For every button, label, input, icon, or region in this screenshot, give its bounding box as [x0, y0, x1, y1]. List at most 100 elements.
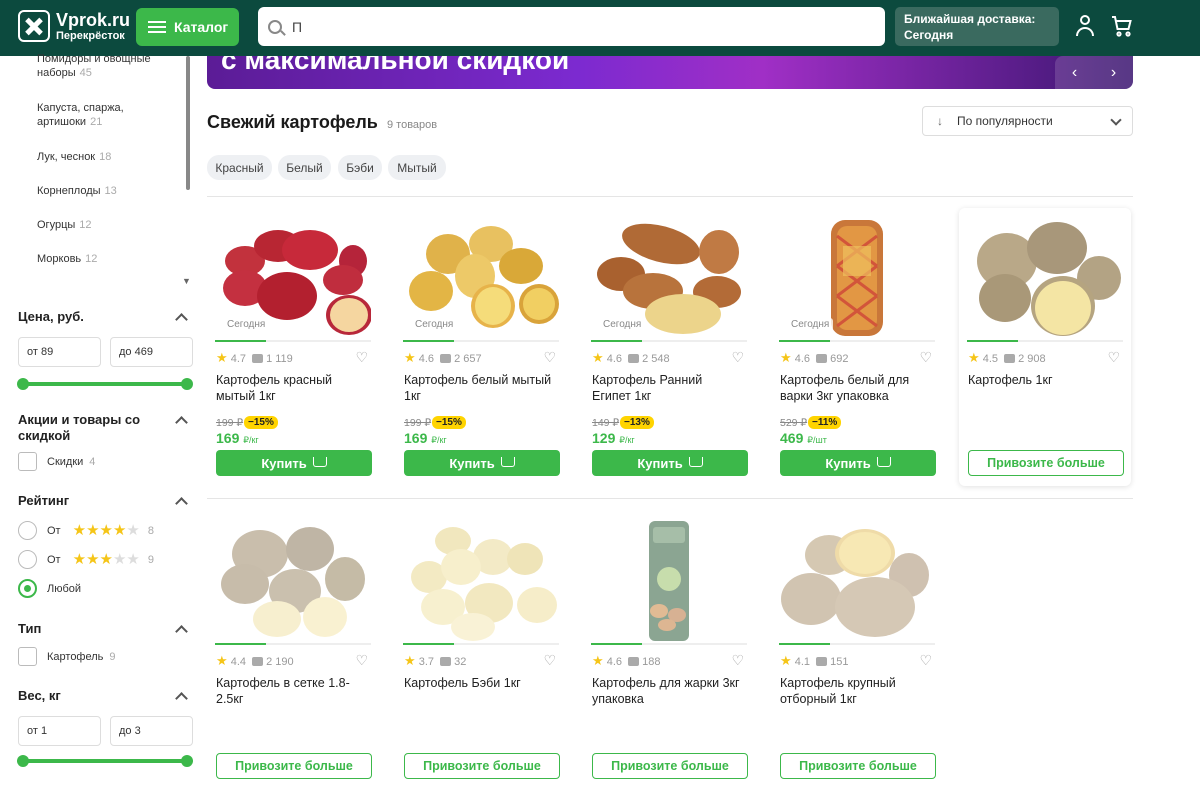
- product-name[interactable]: Картофель 1кг: [968, 372, 1118, 388]
- product-image[interactable]: [403, 519, 559, 643]
- product-name[interactable]: Картофель Ранний Египет 1кг: [592, 372, 742, 404]
- checkbox[interactable]: [18, 647, 37, 666]
- product-name[interactable]: Картофель белый мытый 1кг: [404, 372, 554, 404]
- filter-chip[interactable]: Красный: [207, 155, 272, 180]
- price-filter-title[interactable]: Цена, руб.: [18, 309, 84, 324]
- buy-button[interactable]: Купить: [780, 450, 936, 476]
- product-name[interactable]: Картофель крупный отборный 1кг: [780, 675, 930, 707]
- request-more-button[interactable]: Привозите больше: [216, 753, 372, 779]
- discount-badge: −15%: [432, 416, 466, 429]
- request-more-button[interactable]: Привозите больше: [780, 753, 936, 779]
- sort-dropdown[interactable]: ↓ По популярности: [922, 106, 1133, 136]
- rating-option-4[interactable]: От ★ ★ ★ ★ ★ 8: [18, 521, 154, 540]
- product-card[interactable]: Сегодня ★ 4.6 2 548 ♡ Картофель Ранний Ег…: [583, 208, 755, 488]
- slider-handle-min[interactable]: [17, 378, 29, 390]
- slider-handle-max[interactable]: [181, 755, 193, 767]
- product-name[interactable]: Картофель в сетке 1.8-2.5кг: [216, 675, 366, 707]
- product-name[interactable]: Картофель Бэби 1кг: [404, 675, 554, 691]
- product-image[interactable]: [215, 519, 371, 643]
- product-name[interactable]: Картофель белый для варки 3кг упаковка: [780, 372, 930, 404]
- category-item[interactable]: Огурцы 12: [37, 218, 92, 232]
- category-item[interactable]: Лук, чеснок 18: [37, 150, 111, 164]
- catalog-button[interactable]: Каталог: [136, 8, 239, 46]
- heart-icon[interactable]: ♡: [355, 349, 368, 366]
- banner-prev-icon[interactable]: ‹: [1072, 64, 1077, 82]
- chevron-up-icon[interactable]: [175, 497, 188, 510]
- search-input[interactable]: [292, 18, 872, 35]
- product-card[interactable]: ★ 4.4 2 190 ♡ Картофель в сетке 1.8-2.5кг…: [207, 511, 379, 791]
- price-from-input[interactable]: от 89: [18, 337, 101, 367]
- product-image[interactable]: [967, 216, 1123, 340]
- category-item[interactable]: Капуста, спаржа, артишоки 21: [37, 101, 157, 129]
- heart-icon[interactable]: ♡: [543, 349, 556, 366]
- weight-filter-title[interactable]: Вес, кг: [18, 688, 61, 703]
- delivery-today-badge: Сегодня: [223, 318, 270, 331]
- filter-chip[interactable]: Мытый: [388, 155, 446, 180]
- weight-to-input[interactable]: до 3: [110, 716, 193, 746]
- product-card[interactable]: ★ 4.1 151 ♡ Картофель крупный отборный 1к…: [771, 511, 943, 791]
- logo[interactable]: Vprok.ru Перекрёсток: [18, 10, 130, 42]
- promo-filter-title[interactable]: Акции и товары со скидкой: [18, 412, 158, 444]
- chevron-up-icon[interactable]: [175, 313, 188, 326]
- type-filter-title[interactable]: Тип: [18, 621, 41, 636]
- heart-icon[interactable]: ♡: [355, 652, 368, 669]
- chevron-up-icon[interactable]: [175, 692, 188, 705]
- weight-slider[interactable]: [17, 755, 193, 767]
- request-more-button[interactable]: Привозите больше: [592, 753, 748, 779]
- category-item[interactable]: Корнеплоды 13: [37, 184, 117, 198]
- promo-banner[interactable]: с максимальной скидкой ‹ ›: [207, 56, 1133, 89]
- product-card[interactable]: ★ 3.7 32 ♡ Картофель Бэби 1кг Привозите б…: [395, 511, 567, 791]
- product-card[interactable]: ★ 4.5 2 908 ♡ Картофель 1кг Привозите бол…: [959, 208, 1131, 486]
- filter-chip[interactable]: Белый: [278, 155, 331, 180]
- search-bar: [258, 7, 885, 46]
- type-checkbox[interactable]: Картофель 9: [18, 647, 116, 666]
- chevron-up-icon[interactable]: [175, 416, 188, 429]
- old-price: 529 ₽: [780, 417, 808, 429]
- buy-button[interactable]: Купить: [404, 450, 560, 476]
- rating-option-any[interactable]: Любой: [18, 579, 81, 598]
- request-more-button[interactable]: Привозите больше: [404, 753, 560, 779]
- weight-from-input[interactable]: от 1: [18, 716, 101, 746]
- request-more-button[interactable]: Привозите больше: [968, 450, 1124, 476]
- buy-button[interactable]: Купить: [216, 450, 372, 476]
- rating-filter-title[interactable]: Рейтинг: [18, 493, 69, 508]
- heart-icon[interactable]: ♡: [1107, 349, 1120, 366]
- discount-checkbox[interactable]: Скидки 4: [18, 452, 95, 471]
- scroll-down-icon[interactable]: ▼: [182, 276, 191, 286]
- filter-chip[interactable]: Бэби: [338, 155, 382, 180]
- category-item[interactable]: Морковь 12: [37, 252, 97, 266]
- checkbox[interactable]: [18, 452, 37, 471]
- logo-name: Vprok.ru: [56, 9, 131, 30]
- heart-icon[interactable]: ♡: [919, 349, 932, 366]
- product-card[interactable]: Сегодня ★ 4.7 1 119 ♡ Картофель красный м…: [207, 208, 379, 488]
- product-name[interactable]: Картофель для жарки 3кг упаковка: [592, 675, 742, 707]
- rating-option-3[interactable]: От ★ ★ ★ ★ ★ 9: [18, 550, 154, 569]
- buy-button[interactable]: Купить: [592, 450, 748, 476]
- product-card[interactable]: ★ 4.6 188 ♡ Картофель для жарки 3кг упако…: [583, 511, 755, 791]
- cart-icon[interactable]: [1110, 14, 1134, 38]
- product-name[interactable]: Картофель красный мытый 1кг: [216, 372, 366, 404]
- category-item[interactable]: Помидоры и овощные наборы 45: [37, 52, 177, 80]
- delivery-info-button[interactable]: Ближайшая доставка: Сегодня: [895, 7, 1059, 46]
- price-slider[interactable]: [17, 378, 193, 390]
- sidebar-scrollbar[interactable]: [186, 56, 190, 190]
- radio[interactable]: [18, 521, 37, 540]
- heart-icon[interactable]: ♡: [919, 652, 932, 669]
- star-icon: ★: [592, 653, 604, 668]
- user-icon[interactable]: [1075, 15, 1095, 37]
- price-to-input[interactable]: до 469: [110, 337, 193, 367]
- slider-handle-min[interactable]: [17, 755, 29, 767]
- radio-selected[interactable]: [18, 579, 37, 598]
- heart-icon[interactable]: ♡: [543, 652, 556, 669]
- heart-icon[interactable]: ♡: [731, 349, 744, 366]
- banner-next-icon[interactable]: ›: [1111, 64, 1116, 82]
- chevron-up-icon[interactable]: [175, 625, 188, 638]
- product-card[interactable]: Сегодня ★ 4.6 692 ♡ Картофель белый для в…: [771, 208, 943, 488]
- product-image[interactable]: [591, 519, 747, 643]
- radio[interactable]: [18, 550, 37, 569]
- progress-bar: [403, 340, 559, 342]
- slider-handle-max[interactable]: [181, 378, 193, 390]
- product-card[interactable]: Сегодня ★ 4.6 2 657 ♡ Картофель белый мыт…: [395, 208, 567, 488]
- product-image[interactable]: [779, 519, 935, 643]
- heart-icon[interactable]: ♡: [731, 652, 744, 669]
